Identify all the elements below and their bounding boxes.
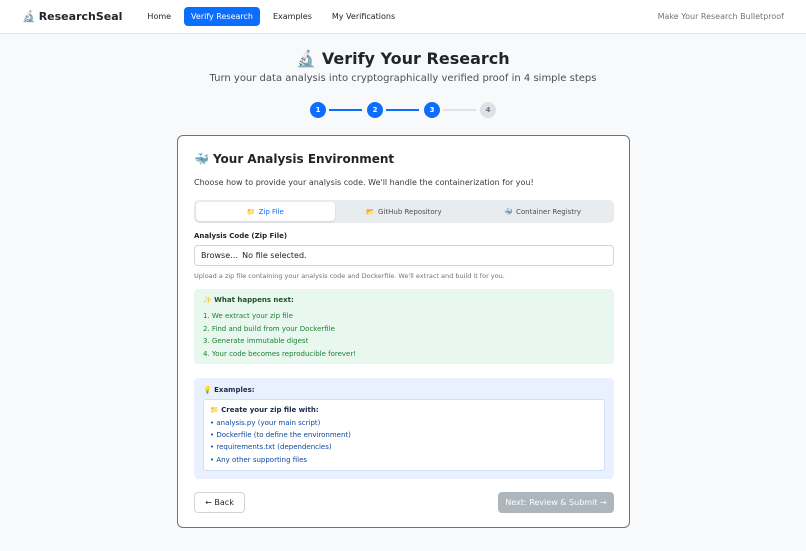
list-item: 3. Generate immutable digest <box>203 337 309 345</box>
list-item: 1. We extract your zip file <box>203 312 293 320</box>
step-connector-1 <box>329 109 362 111</box>
step-2: 2 <box>367 102 383 118</box>
file-status: No file selected. <box>242 251 307 260</box>
back-button[interactable]: ← Back <box>194 492 245 513</box>
list-item: • Any other supporting files <box>210 455 308 464</box>
page-title: 🔬 Verify Your Research <box>0 49 806 68</box>
zip-file-help-text: Upload a zip file containing your analys… <box>194 272 505 280</box>
card-description: Choose how to provide your analysis code… <box>194 178 534 187</box>
tab-label: GitHub Repository <box>378 207 442 216</box>
nav-link-examples[interactable]: Examples <box>266 7 319 26</box>
step-3: 3 <box>424 102 440 118</box>
folder-icon: 📁 <box>246 207 256 216</box>
progress-stepper: 1 2 3 4 <box>310 102 498 118</box>
tab-container-registry[interactable]: 🐳 Container Registry <box>473 202 612 221</box>
whale-icon: 🐳 <box>504 207 513 216</box>
tab-label: Zip File <box>258 207 284 216</box>
examples-inner-panel: 📁 Create your zip file with: • analysis.… <box>203 399 605 471</box>
next-review-submit-button[interactable]: Next: Review & Submit → <box>498 492 614 513</box>
list-item: • requirements.txt (dependencies) <box>210 443 332 452</box>
analysis-environment-card: 🐳 Your Analysis Environment Choose how t… <box>177 135 630 528</box>
list-item: 2. Find and build from your Dockerfile <box>203 324 335 333</box>
whale-icon: 🐳 <box>194 152 209 166</box>
zip-file-label: Analysis Code (Zip File) <box>194 232 288 240</box>
list-item: • analysis.py (your main script) <box>210 419 321 427</box>
what-happens-next-title: ✨ What happens next: <box>203 296 294 304</box>
card-title-text: Your Analysis Environment <box>212 152 395 166</box>
open-folder-icon: 📂 <box>366 207 375 216</box>
examples-title: 💡 Examples: <box>203 386 255 394</box>
tab-github-repository[interactable]: 📂 GitHub Repository <box>335 202 474 221</box>
page-title-text: Verify Your Research <box>321 49 510 68</box>
microscope-icon: 🔬 <box>22 10 36 23</box>
nav-link-verify-research[interactable]: Verify Research <box>184 7 260 26</box>
tab-zip-file[interactable]: 📁 Zip File <box>196 202 335 221</box>
top-navbar: 🔬 ResearchSeal Home Verify Research Exam… <box>0 0 806 34</box>
brand-logo[interactable]: 🔬 ResearchSeal <box>22 10 122 23</box>
step-1: 1 <box>310 102 326 118</box>
microscope-icon: 🔬 <box>296 49 317 68</box>
card-title: 🐳 Your Analysis Environment <box>194 152 394 166</box>
brand-name: ResearchSeal <box>38 10 123 23</box>
examples-inner-title: 📁 Create your zip file with: <box>210 406 319 414</box>
step-connector-3 <box>443 109 476 111</box>
examples-box: 💡 Examples: 📁 Create your zip file with:… <box>194 378 614 479</box>
step-4: 4 <box>480 102 496 118</box>
list-item: • Dockerfile (to define the environment) <box>210 431 351 440</box>
nav-link-home[interactable]: Home <box>140 7 178 26</box>
page-subtitle: Turn your data analysis into cryptograph… <box>209 73 597 84</box>
step-connector-2 <box>386 109 419 111</box>
what-happens-next-box: ✨ What happens next: 1. We extract your … <box>194 289 614 364</box>
browse-button[interactable]: Browse… <box>201 251 238 260</box>
nav-link-my-verifications[interactable]: My Verifications <box>325 7 402 26</box>
source-tabs: 📁 Zip File 📂 GitHub Repository 🐳 Contain… <box>194 200 614 223</box>
navbar-tagline: Make Your Research Bulletproof <box>657 12 784 21</box>
list-item: 4. Your code becomes reproducible foreve… <box>203 349 357 358</box>
tab-label: Container Registry <box>515 207 582 216</box>
zip-file-input[interactable]: Browse… No file selected. <box>194 245 614 266</box>
